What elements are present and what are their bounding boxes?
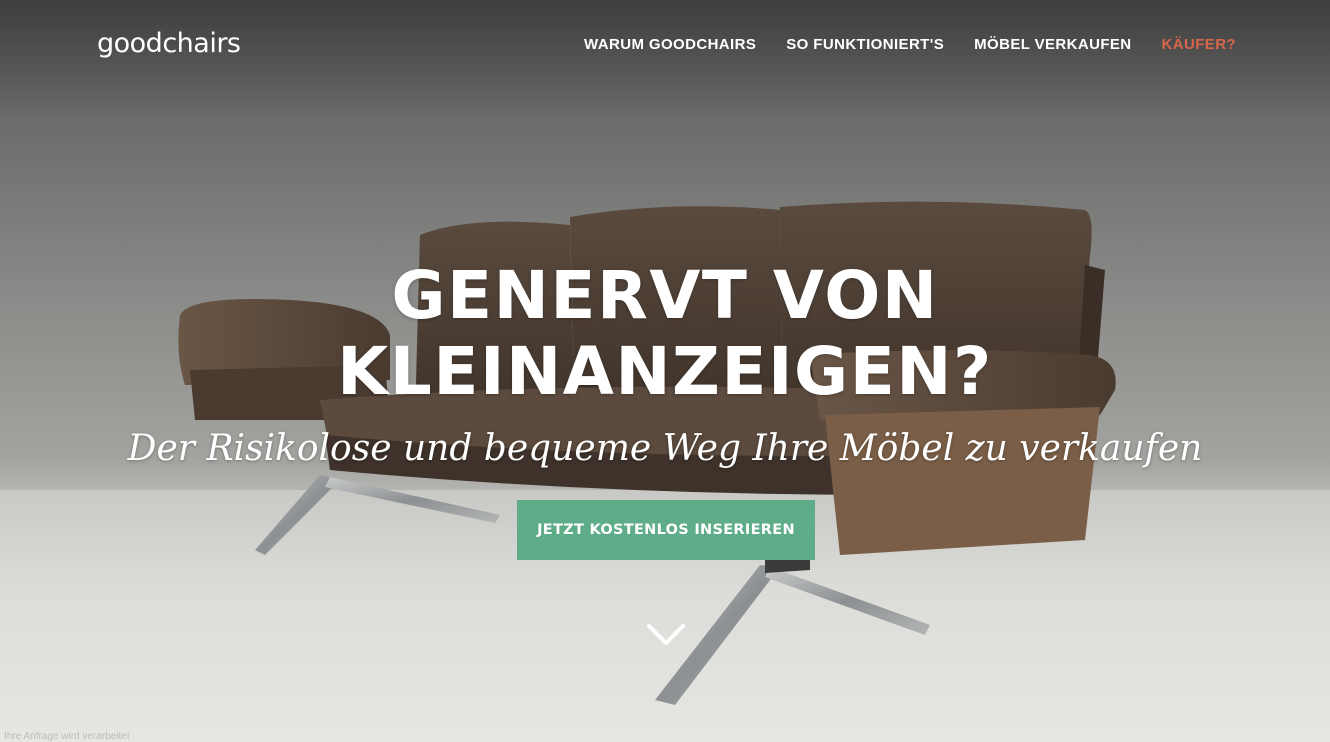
headline-line-2: KLEINANZEIGEN? bbox=[337, 333, 993, 410]
nav-item-kaeufer[interactable]: KÄUFER? bbox=[1162, 36, 1236, 53]
chevron-down-icon[interactable] bbox=[646, 622, 686, 648]
hero-subheadline: Der Risikolose und bequeme Weg Ihre Möbe… bbox=[127, 428, 1203, 469]
status-text: Ihre Anfrage wird verarbeitet bbox=[4, 731, 130, 742]
brand-logo[interactable]: goodchairs bbox=[97, 28, 241, 59]
hero-headline: GENERVT VON KLEINANZEIGEN? bbox=[0, 258, 1330, 410]
nav-item-so-funktionierts[interactable]: SO FUNKTIONIERT'S bbox=[786, 36, 944, 53]
headline-line-1: GENERVT VON bbox=[391, 257, 939, 334]
cta-insert-free-button[interactable]: JETZT KOSTENLOS INSERIEREN bbox=[517, 500, 815, 560]
hero-section: goodchairs WARUM GOODCHAIRS SO FUNKTIONI… bbox=[0, 0, 1330, 742]
nav-item-moebel-verkaufen[interactable]: MÖBEL VERKAUFEN bbox=[974, 36, 1131, 53]
nav-item-warum-goodchairs[interactable]: WARUM GOODCHAIRS bbox=[584, 36, 756, 53]
top-navbar: goodchairs WARUM GOODCHAIRS SO FUNKTIONI… bbox=[0, 0, 1330, 90]
nav-menu: WARUM GOODCHAIRS SO FUNKTIONIERT'S MÖBEL… bbox=[584, 36, 1236, 53]
